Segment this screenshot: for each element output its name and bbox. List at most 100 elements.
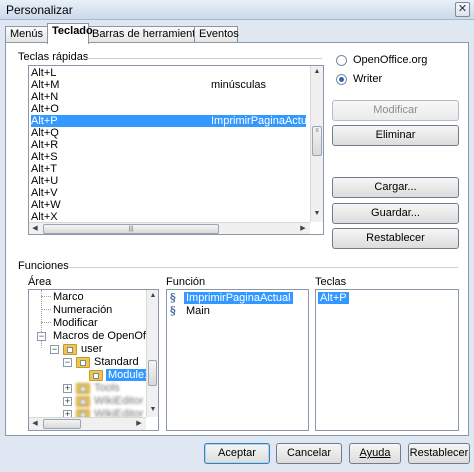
collapse-icon[interactable]: − xyxy=(50,345,59,354)
tree-item-module-label: Module1 xyxy=(106,369,146,381)
tree-item-standard[interactable]: Standard xyxy=(94,356,139,368)
close-button[interactable]: ✕ xyxy=(455,2,470,17)
help-button-label: Ayuda xyxy=(359,447,391,459)
scope-openoffice-radio[interactable] xyxy=(336,55,347,66)
keys-label: Teclas xyxy=(315,276,347,288)
shortcut-function: ImprimirPaginaActual xyxy=(211,115,316,127)
shortcuts-list[interactable]: Alt+L Alt+M minúsculas Alt+N Alt+O Alt+P Impri… xyxy=(28,65,324,235)
shortcut-row[interactable]: Alt+V xyxy=(31,187,306,199)
function-item-imprimir[interactable]: ImprimirPaginaActual xyxy=(184,292,293,304)
shortcut-key: Alt+T xyxy=(31,163,57,175)
scroll-right-icon[interactable]: ▶ xyxy=(297,223,309,234)
radio-selected-dot xyxy=(339,77,344,82)
shortcut-row[interactable]: Alt+M minúsculas xyxy=(31,79,306,91)
function-item-main[interactable]: Main xyxy=(186,305,210,317)
tab-menus[interactable]: Menús xyxy=(5,26,49,43)
window-title: Personalizar xyxy=(6,3,73,17)
area-hscroll-thumb[interactable] xyxy=(43,419,81,429)
shortcut-function: minúsculas xyxy=(211,79,267,91)
title-bar: Personalizar ✕ xyxy=(0,0,474,20)
accept-button[interactable]: Aceptar xyxy=(204,443,270,464)
tree-item-user[interactable]: user xyxy=(81,343,102,355)
scroll-left-icon[interactable]: ◀ xyxy=(29,223,41,234)
shortcut-key: Alt+N xyxy=(31,91,59,103)
library-icon xyxy=(76,357,90,368)
help-button[interactable]: Ayuda xyxy=(349,443,401,464)
tree-line xyxy=(41,309,51,310)
shortcuts-vscroll-thumb[interactable]: ≡ xyxy=(312,126,322,156)
tree-item-marco[interactable]: Marco xyxy=(53,291,84,303)
macro-icon: § xyxy=(170,291,176,304)
tree-item-macros-openoffice[interactable]: Macros de OpenOffice.org xyxy=(53,330,149,342)
tree-item-module[interactable]: Module1 xyxy=(106,369,146,381)
shortcut-key: Alt+P xyxy=(31,115,58,127)
save-button[interactable]: Guardar... xyxy=(332,203,459,224)
keys-list[interactable]: Alt+P xyxy=(315,289,459,431)
shortcut-row[interactable]: Alt+R xyxy=(31,139,306,151)
tree-item-modificar[interactable]: Modificar xyxy=(53,317,98,329)
expand-icon[interactable]: + xyxy=(63,397,72,406)
modify-button[interactable]: Modificar xyxy=(332,100,459,121)
reset-keys-button[interactable]: Restablecer xyxy=(332,228,459,249)
functions-separator xyxy=(68,267,458,268)
scope-writer-radio[interactable] xyxy=(336,74,347,85)
scroll-up-icon[interactable]: ▲ xyxy=(147,290,158,302)
macro-icon: § xyxy=(170,304,176,317)
tree-item-wikieditor[interactable]: WikiEditor xyxy=(94,395,144,407)
shortcuts-hscroll-thumb[interactable]: ||| xyxy=(43,224,219,234)
scroll-left-icon[interactable]: ◀ xyxy=(29,418,41,430)
expand-icon[interactable]: + xyxy=(63,384,72,393)
load-button[interactable]: Cargar... xyxy=(332,177,459,198)
function-label: Función xyxy=(166,276,206,288)
area-label: Área xyxy=(28,276,52,288)
collapse-icon[interactable]: − xyxy=(37,332,46,341)
shortcut-key: Alt+W xyxy=(31,199,61,211)
key-item-alt-p[interactable]: Alt+P xyxy=(318,292,349,304)
area-vscroll-thumb[interactable] xyxy=(148,360,157,386)
shortcut-key: Alt+O xyxy=(31,103,59,115)
tree-line xyxy=(41,322,51,323)
area-hscrollbar[interactable]: ◀ ▶ xyxy=(29,417,146,430)
shortcuts-hscrollbar[interactable]: ◀ ||| ▶ xyxy=(29,222,310,234)
area-tree[interactable]: Marco Numeración Modificar − Macros de O… xyxy=(28,289,159,431)
shortcut-key: Alt+R xyxy=(31,139,59,151)
shortcut-key: Alt+V xyxy=(31,187,58,199)
shortcuts-vscrollbar[interactable]: ▲ ≡ ▼ xyxy=(310,66,323,222)
cancel-button[interactable]: Cancelar xyxy=(276,443,342,464)
tab-panel: Teclas rápidas Alt+L Alt+M minúsculas Alt+N… xyxy=(5,42,469,436)
scroll-right-icon[interactable]: ▶ xyxy=(133,418,145,430)
shortcut-row[interactable]: Alt+S xyxy=(31,151,306,163)
shortcuts-label: Teclas rápidas xyxy=(18,51,89,63)
library-icon xyxy=(76,383,90,394)
scroll-down-icon[interactable]: ▼ xyxy=(147,404,158,416)
tree-item-tools[interactable]: Tools xyxy=(94,382,120,394)
shortcut-row[interactable]: Alt+T xyxy=(31,163,306,175)
shortcut-key: Alt+L xyxy=(31,67,57,79)
tree-item-numeracion[interactable]: Numeración xyxy=(53,304,112,316)
shortcut-row[interactable]: Alt+P ImprimirPaginaActual xyxy=(31,115,316,127)
library-icon xyxy=(63,344,77,355)
reset-dialog-button[interactable]: Restablecer xyxy=(408,443,470,464)
shortcut-row[interactable]: Alt+W xyxy=(31,199,306,211)
function-item-imprimir-label: ImprimirPaginaActual xyxy=(184,292,293,304)
area-vscrollbar[interactable]: ▲ ▼ xyxy=(146,290,158,417)
scroll-down-icon[interactable]: ▼ xyxy=(311,208,323,220)
shortcut-key: Alt+U xyxy=(31,175,59,187)
shortcuts-separator xyxy=(86,58,322,59)
delete-button[interactable]: Eliminar xyxy=(332,125,459,146)
shortcut-row[interactable]: Alt+L xyxy=(31,67,306,79)
tab-events[interactable]: Eventos xyxy=(194,26,239,43)
library-icon xyxy=(76,396,90,407)
shortcut-row[interactable]: Alt+N xyxy=(31,91,306,103)
shortcut-key: Alt+Q xyxy=(31,127,59,139)
scope-openoffice-label: OpenOffice.org xyxy=(353,54,428,66)
tab-keyboard[interactable]: Teclado xyxy=(47,23,93,44)
collapse-icon[interactable]: − xyxy=(63,358,72,367)
shortcut-row[interactable]: Alt+Q xyxy=(31,127,306,139)
function-list[interactable]: § ImprimirPaginaActual § Main xyxy=(166,289,309,431)
shortcut-row[interactable]: Alt+U xyxy=(31,175,306,187)
tab-toolbars[interactable]: Barras de herramientas xyxy=(87,26,207,43)
scroll-up-icon[interactable]: ▲ xyxy=(311,66,323,78)
shortcut-row[interactable]: Alt+O xyxy=(31,103,306,115)
shortcut-key: Alt+M xyxy=(31,79,60,91)
